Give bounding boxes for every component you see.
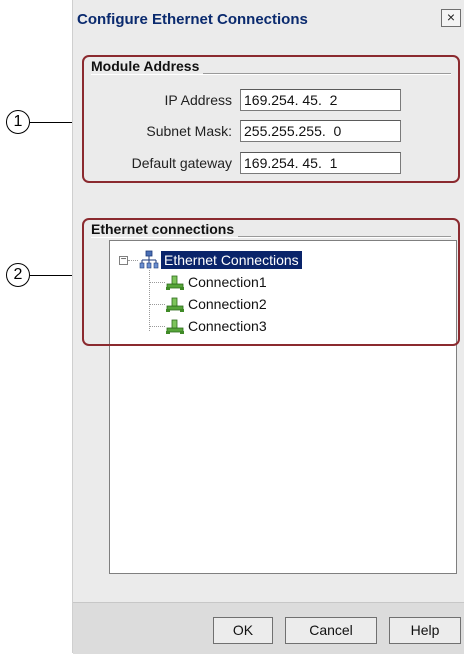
help-button[interactable]: Help [389, 617, 461, 644]
close-button[interactable]: × [441, 9, 461, 27]
ok-button[interactable]: OK [213, 617, 273, 644]
annotation-frame-module-address [82, 55, 460, 183]
close-icon: × [446, 9, 456, 25]
annotation-frame-ethernet-connections [82, 218, 460, 346]
cancel-button[interactable]: Cancel [285, 617, 377, 644]
button-bar: OK Cancel Help [73, 602, 464, 654]
callout-2: 2 [6, 263, 30, 287]
dialog-title: Configure Ethernet Connections [77, 11, 308, 28]
title-bar: Configure Ethernet Connections × [73, 0, 464, 40]
callout-1: 1 [6, 110, 30, 134]
